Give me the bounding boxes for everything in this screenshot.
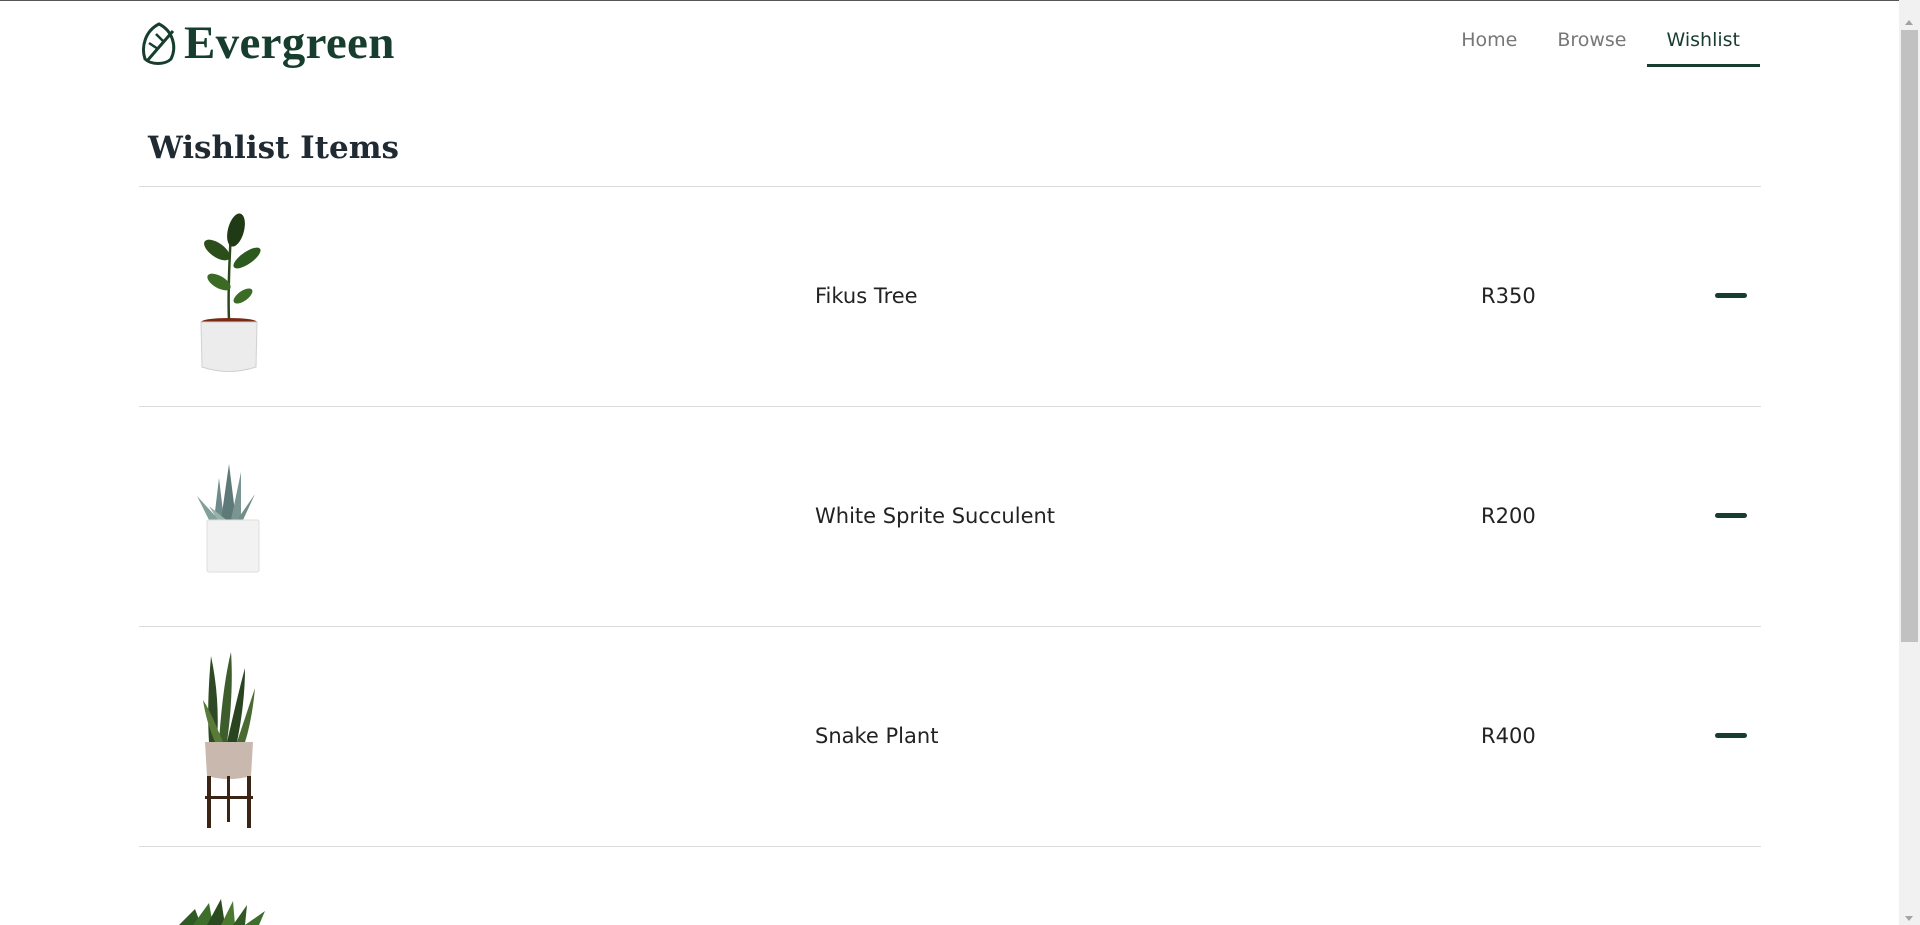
item-name[interactable]: Snake Plant: [815, 722, 938, 750]
minus-icon[interactable]: [1715, 293, 1747, 298]
page-title: Wishlist Items: [148, 130, 399, 166]
window-top-border: [0, 0, 1920, 1]
scrollbar[interactable]: [1899, 0, 1920, 925]
leaf-icon: [142, 22, 176, 65]
brand-name: Evergreen: [184, 17, 395, 69]
minus-icon[interactable]: [1715, 733, 1747, 738]
minus-icon[interactable]: [1715, 513, 1747, 518]
item-price: R350: [1481, 284, 1536, 308]
scrollbar-thumb[interactable]: [1901, 30, 1918, 642]
item-price: R200: [1481, 504, 1536, 528]
scroll-down-arrow-icon[interactable]: [1905, 916, 1913, 921]
item-name[interactable]: Fikus Tree: [815, 282, 918, 310]
plant-image: [179, 899, 265, 925]
item-name[interactable]: White Sprite Succulent: [815, 502, 1055, 530]
nav-browse-link[interactable]: Browse: [1537, 16, 1646, 64]
nav-wishlist-link[interactable]: Wishlist: [1646, 16, 1760, 67]
wishlist-row: White Sprite Succulent R200: [139, 406, 1761, 626]
item-price: R400: [1481, 724, 1536, 748]
wishlist-row: Snake Plant R400: [139, 626, 1761, 846]
snake-plant-image: [203, 652, 255, 828]
main-nav: Home Browse Wishlist: [1441, 16, 1760, 67]
scroll-up-arrow-icon[interactable]: [1905, 20, 1913, 25]
brand-logo[interactable]: Evergreen: [139, 16, 395, 70]
nav-home-link[interactable]: Home: [1441, 16, 1537, 64]
wishlist-row: Fikus Tree R350: [139, 186, 1761, 406]
divider: [139, 846, 1761, 847]
fikus-tree-image: [200, 213, 261, 372]
succulent-image: [197, 464, 260, 573]
